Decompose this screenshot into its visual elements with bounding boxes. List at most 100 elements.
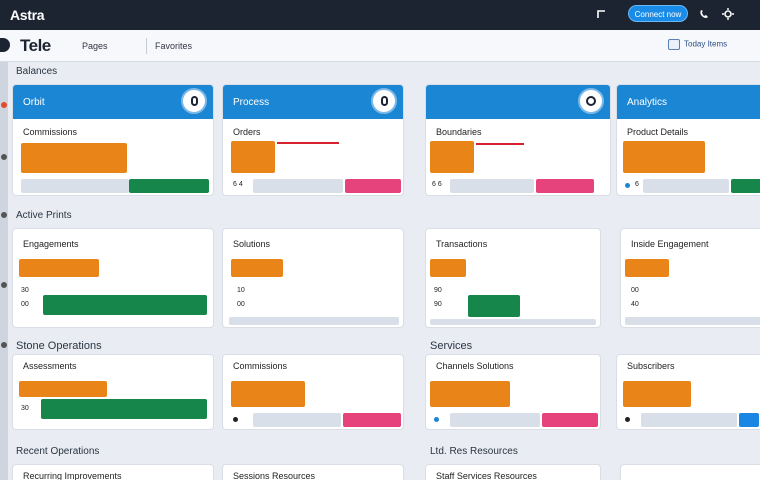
card-icon[interactable] [371, 88, 397, 114]
metric-bar [739, 413, 759, 427]
calendar-icon [668, 39, 680, 50]
card-orbit[interactable]: Orbit Commissions [12, 84, 214, 196]
card-subtitle: Commissions [233, 361, 288, 371]
rail-dot[interactable] [1, 102, 7, 108]
today-items-label: Today Items [684, 39, 728, 49]
metric-value-b: 00 [237, 301, 245, 308]
section-active-prints: Active Prints [16, 210, 72, 221]
rail-dot[interactable] [1, 342, 7, 348]
today-items-link[interactable]: Today Items [668, 39, 727, 50]
track-bar [450, 413, 540, 427]
card-analytics[interactable]: Analytics Product Details 6 [616, 84, 760, 196]
section-balances: Balances [16, 66, 58, 77]
card-subscribers[interactable]: Subscribers [616, 354, 760, 430]
tab-pages[interactable]: Pages [82, 41, 108, 51]
metric-bar [19, 381, 107, 397]
rail-dot[interactable] [1, 212, 7, 218]
document-icon [191, 96, 198, 106]
back-arrow-icon[interactable] [596, 8, 608, 20]
card-header-label: Process [233, 97, 270, 108]
left-rail [0, 62, 8, 480]
card-recurring[interactable]: Recurring Improvements [12, 464, 214, 480]
metric-bar [43, 295, 207, 315]
card-assessments[interactable]: Assessments 30 [12, 354, 214, 430]
toolbar-divider [146, 38, 147, 54]
metric-bar [41, 399, 207, 419]
metric-value-a: 10 [237, 287, 245, 294]
card-transactions[interactable]: Transactions 90 90 [425, 228, 601, 328]
phone-icon[interactable] [698, 8, 710, 20]
card-subtitle: Sessions Resources [233, 471, 316, 480]
card-sessions[interactable]: Sessions Resources [222, 464, 404, 480]
track-bar [450, 179, 534, 193]
metric-bar [231, 141, 275, 173]
metric-bar [19, 259, 99, 277]
status-dot [625, 183, 630, 188]
card-staff-services[interactable]: Staff Services Resources [425, 464, 601, 480]
metric-value-a: 30 [21, 287, 29, 294]
card-header-label: Orbit [23, 97, 45, 108]
rail-dot[interactable] [1, 154, 7, 160]
metric-value-b: 90 [434, 301, 442, 308]
connect-button[interactable]: Connect now [628, 5, 688, 22]
card-boundaries[interactable]: Boundaries 6 6 [425, 84, 611, 196]
track-bar [643, 179, 729, 193]
card-subtitle: Channels Solutions [436, 361, 514, 371]
metric-bar [468, 295, 520, 317]
card-inside-engagement[interactable]: Inside Engagement 00 40 [620, 228, 760, 328]
card-solutions[interactable]: Solutions 10 00 [222, 228, 404, 328]
settings-icon[interactable] [722, 8, 734, 20]
metric-bar [343, 413, 401, 427]
metric-bar [345, 179, 401, 193]
card-empty[interactable] [620, 464, 760, 480]
menu-toggle[interactable] [0, 38, 10, 52]
app-bar: Astra Connect now [0, 0, 760, 30]
status-dot [233, 417, 238, 422]
target-icon [586, 96, 596, 106]
track-bar [253, 179, 343, 193]
section-services: Services [430, 340, 473, 352]
rail-dot[interactable] [1, 282, 7, 288]
tab-favorites[interactable]: Favorites [155, 41, 192, 51]
track-bar [641, 413, 737, 427]
metric-values: 6 4 [233, 181, 243, 188]
metric-value-a: 00 [631, 287, 639, 294]
card-subtitle: Inside Engagement [631, 239, 709, 249]
track-bar [229, 317, 399, 325]
card-subtitle: Boundaries [436, 127, 482, 137]
metric-bar [623, 381, 691, 407]
track-bar [430, 319, 596, 325]
card-commissions[interactable]: Commissions [222, 354, 404, 430]
metric-bar [536, 179, 594, 193]
card-header-label: Analytics [627, 97, 668, 108]
card-icon[interactable] [181, 88, 207, 114]
card-subtitle: Assessments [23, 361, 77, 371]
app-brand[interactable]: Astra [10, 7, 45, 23]
metric-bar [731, 179, 760, 193]
metric-bar [430, 259, 466, 277]
card-icon[interactable] [578, 88, 604, 114]
metric-bar [623, 141, 705, 173]
metric-value-b: 00 [21, 301, 29, 308]
card-subtitle: Solutions [233, 239, 271, 249]
metric-values: 6 [635, 181, 639, 188]
card-process[interactable]: Process Orders 6 4 [222, 84, 404, 196]
card-subtitle: Orders [233, 127, 261, 137]
card-engagements[interactable]: Engagements 30 00 [12, 228, 214, 328]
status-dot [434, 417, 439, 422]
track-bar [625, 317, 760, 325]
card-channels-solutions[interactable]: Channels Solutions [425, 354, 601, 430]
card-subtitle: Recurring Improvements [23, 471, 122, 480]
metric-bar [231, 381, 305, 407]
toolbar: Tele Pages Favorites Today Items [0, 30, 760, 62]
card-subtitle: Commissions [23, 127, 78, 137]
card-subtitle: Subscribers [627, 361, 675, 371]
card-subtitle: Engagements [23, 239, 79, 249]
card-header: Analytics [617, 85, 760, 119]
track-bar [21, 179, 129, 193]
card-subtitle: Staff Services Resources [436, 471, 537, 480]
metric-bar [21, 143, 127, 173]
page-title: Tele [20, 36, 51, 55]
metric-bar [625, 259, 669, 277]
metric-value-a: 30 [21, 405, 29, 412]
